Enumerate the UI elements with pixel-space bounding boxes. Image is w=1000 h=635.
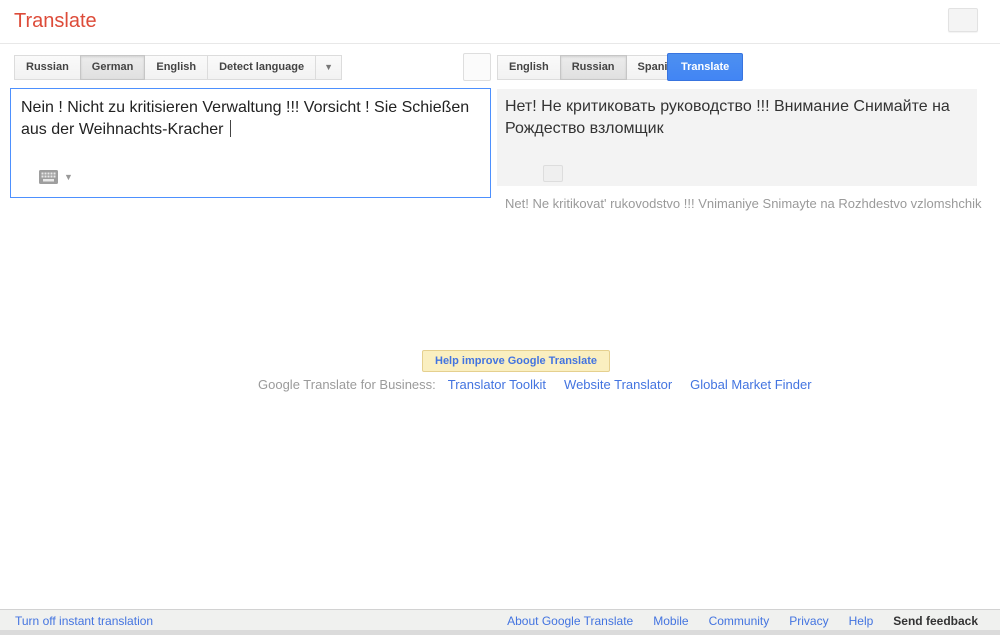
source-textarea[interactable]: Nein ! Nicht zu kritisieren Verwaltung !… bbox=[10, 88, 491, 198]
footer-link-privacy[interactable]: Privacy bbox=[789, 614, 828, 628]
transliteration-text: Net! Ne kritikovat' rukovodstvo !!! Vnim… bbox=[505, 196, 982, 211]
link-translator-toolkit[interactable]: Translator Toolkit bbox=[448, 377, 546, 392]
keyboard-dropdown-icon: ▼ bbox=[64, 172, 73, 182]
footer-link-mobile[interactable]: Mobile bbox=[653, 614, 688, 628]
turn-off-instant-translation-link[interactable]: Turn off instant translation bbox=[15, 614, 153, 628]
footer-link-help[interactable]: Help bbox=[849, 614, 874, 628]
footer-link-community[interactable]: Community bbox=[709, 614, 770, 628]
translated-text: Нет! Не критиковать руководство !!! Вним… bbox=[505, 98, 950, 137]
chevron-down-icon: ▼ bbox=[324, 62, 333, 72]
source-lang-tab-german[interactable]: German bbox=[79, 55, 146, 80]
target-lang-tab-english[interactable]: English bbox=[497, 55, 561, 80]
input-tools-button[interactable]: ▼ bbox=[39, 166, 73, 188]
source-lang-dropdown-button[interactable]: ▼ bbox=[315, 55, 342, 80]
footer-link-about[interactable]: About Google Translate bbox=[507, 614, 633, 628]
apps-button[interactable] bbox=[948, 8, 978, 32]
listen-button[interactable] bbox=[543, 165, 563, 182]
source-language-tabbar: Russian German English Detect language ▼ bbox=[14, 55, 342, 80]
bottom-edge-strip bbox=[0, 630, 1000, 635]
source-lang-tab-english[interactable]: English bbox=[144, 55, 209, 80]
footer-links: About Google Translate Mobile Community … bbox=[507, 614, 978, 628]
header: Translate bbox=[0, 0, 1000, 44]
business-row: Google Translate for Business: Translato… bbox=[258, 377, 812, 392]
keyboard-icon bbox=[39, 170, 58, 184]
source-lang-tab-detect[interactable]: Detect language bbox=[207, 55, 317, 80]
source-lang-tab-russian[interactable]: Russian bbox=[14, 55, 81, 80]
help-improve-button[interactable]: Help improve Google Translate bbox=[422, 350, 610, 372]
text-caret bbox=[229, 120, 231, 137]
link-website-translator[interactable]: Website Translator bbox=[564, 377, 672, 392]
source-text: Nein ! Nicht zu kritisieren Verwaltung !… bbox=[21, 99, 470, 138]
target-lang-tab-russian[interactable]: Russian bbox=[559, 55, 627, 80]
translation-panel: Нет! Не критиковать руководство !!! Вним… bbox=[497, 89, 977, 186]
send-feedback-button[interactable]: Send feedback bbox=[893, 614, 978, 628]
business-label: Google Translate for Business: bbox=[258, 377, 436, 392]
footer-bar: Turn off instant translation About Googl… bbox=[0, 609, 1000, 630]
translate-button[interactable]: Translate bbox=[667, 53, 744, 81]
link-global-market-finder[interactable]: Global Market Finder bbox=[690, 377, 811, 392]
page-title: Translate bbox=[14, 10, 97, 32]
swap-languages-button[interactable] bbox=[463, 53, 491, 81]
